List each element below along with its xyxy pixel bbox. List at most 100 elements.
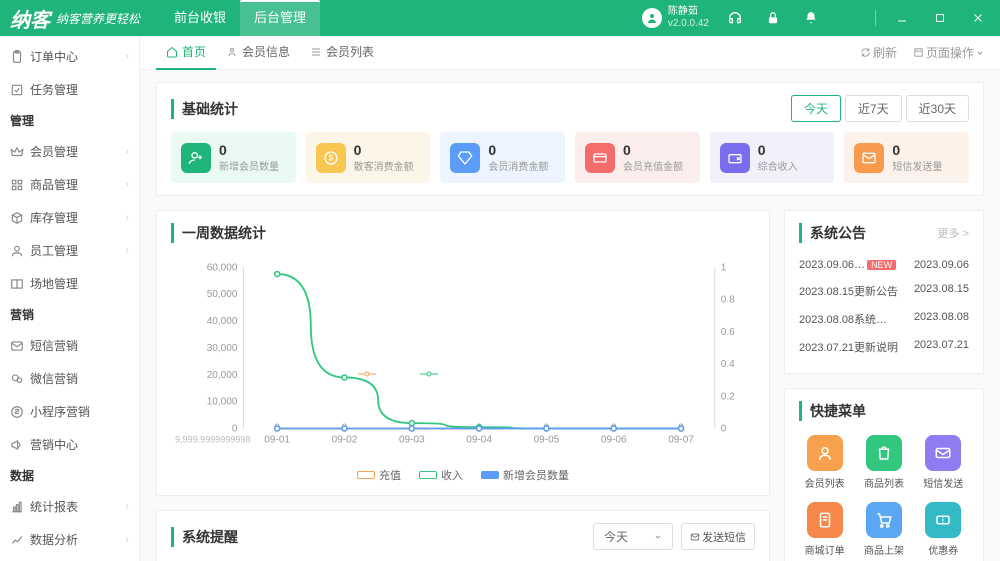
sidebar-group: 系统 [0, 556, 139, 561]
quick-item-label: 优惠券 [928, 542, 958, 557]
sidebar-item[interactable]: 小程序营销 [0, 395, 139, 428]
announcement-item[interactable]: 2023.07.21更新说明2023.07.21 [799, 333, 969, 361]
announcement-item[interactable]: 2023.09.06…NEW2023.09.06 [799, 253, 969, 277]
announcement-item-title: 2023.08.08系统… [799, 311, 887, 327]
send-sms-button[interactable]: 发送短信 [681, 523, 755, 550]
user-name: 陈静茹 [668, 6, 709, 18]
sidebar-item[interactable]: 微信营销 [0, 362, 139, 395]
quick-item[interactable]: 短信发送 [918, 435, 969, 490]
svg-text:0.8: 0.8 [721, 295, 735, 306]
tab-member-list[interactable]: 会员列表 [300, 36, 384, 70]
stat-value: 0 [892, 142, 942, 158]
sidebar-item-label: 库存管理 [30, 209, 78, 226]
stat-value: 0 [623, 142, 683, 158]
stat-label: 综合收入 [758, 158, 798, 173]
minimize-icon[interactable] [890, 6, 914, 30]
sidebar-item-label: 小程序营销 [30, 403, 90, 420]
svg-text:0.2: 0.2 [721, 391, 735, 402]
chevron-down-icon [654, 533, 662, 541]
sidebar-item[interactable]: 员工管理› [0, 234, 139, 267]
svg-text:30,000: 30,000 [207, 343, 238, 354]
svg-text:10,000: 10,000 [207, 397, 238, 408]
sidebar-item[interactable]: 统计报表› [0, 490, 139, 523]
sidebar-item[interactable]: 订单中心› [0, 40, 139, 73]
topnav-front[interactable]: 前台收银 [160, 0, 240, 36]
chevron-right-icon: › [126, 212, 129, 223]
refresh-button[interactable]: 刷新 [860, 44, 897, 61]
refresh-icon [860, 47, 871, 58]
analytics-icon [10, 533, 24, 547]
sidebar-item-label: 微信营销 [30, 370, 78, 387]
sidebar-item[interactable]: 任务管理 [0, 73, 139, 106]
range-30d[interactable]: 近30天 [906, 95, 969, 122]
close-icon[interactable] [966, 6, 990, 30]
chart-icon [10, 500, 24, 514]
sidebar-item-label: 短信营销 [30, 337, 78, 354]
svg-text:09-05: 09-05 [534, 435, 560, 446]
svg-text:09-01: 09-01 [264, 435, 290, 446]
quick-item-label: 商品上架 [864, 542, 904, 557]
stat-label: 短信发送量 [892, 158, 942, 173]
quick-item[interactable]: 会员列表 [799, 435, 850, 490]
chevron-right-icon: › [126, 51, 129, 62]
svg-text:1: 1 [721, 262, 727, 273]
maximize-icon[interactable] [928, 6, 952, 30]
quick-item[interactable]: 商品列表 [858, 435, 909, 490]
tab-member[interactable]: 会员信息 [216, 36, 300, 70]
chevron-right-icon: › [126, 146, 129, 157]
bell-icon[interactable] [799, 6, 823, 30]
sys-notice-range-select[interactable]: 今天 [593, 523, 673, 550]
svg-text:09-02: 09-02 [332, 435, 358, 446]
tab-home[interactable]: 首页 [156, 36, 216, 70]
quick-item-label: 短信发送 [923, 475, 963, 490]
quick-item[interactable]: 商城订单 [799, 502, 850, 557]
chevron-down-icon [976, 49, 984, 57]
sidebar-item-label: 会员管理 [30, 143, 78, 160]
field-icon [10, 277, 24, 291]
headset-icon[interactable] [723, 6, 747, 30]
stat-cards: 0新增会员数量$0散客消费金额0会员消费金额0会员充值金额0综合收入0短信发送量 [171, 132, 969, 183]
megaphone-icon [10, 438, 24, 452]
sidebar-group: 数据 [0, 461, 139, 490]
logo: 纳客 纳客营养更轻松 [10, 4, 140, 33]
sidebar-item[interactable]: 场地管理 [0, 267, 139, 300]
sidebar-group: 管理 [0, 106, 139, 135]
stat-card: 0新增会员数量 [171, 132, 296, 183]
main-scroll[interactable]: 基础统计 今天 近7天 近30天 0新增会员数量$0散客消费金额0会员消费金额0… [140, 70, 1000, 561]
svg-text:50,000: 50,000 [207, 289, 238, 300]
announcement-more[interactable]: 更多 > [938, 225, 969, 241]
sidebar-item-label: 统计报表 [30, 498, 78, 515]
quick-item[interactable]: 商品上架 [858, 502, 909, 557]
announcement-item[interactable]: 2023.08.08系统…2023.08.08 [799, 305, 969, 333]
tabbar: 首页 会员信息 会员列表 刷新 页面操作 [140, 36, 1000, 70]
range-today[interactable]: 今天 [791, 95, 841, 122]
sidebar-item[interactable]: 营销中心 [0, 428, 139, 461]
sidebar-item-label: 营销中心 [30, 436, 78, 453]
usercard-icon [226, 46, 238, 58]
user-block[interactable]: 陈静茹 v2.0.0.42 [642, 6, 709, 30]
sidebar-item[interactable]: 商品管理› [0, 168, 139, 201]
quick-item[interactable]: 优惠券 [918, 502, 969, 557]
svg-text:0: 0 [232, 424, 238, 435]
download-icon[interactable] [837, 6, 861, 30]
sidebar-item[interactable]: 数据分析› [0, 523, 139, 556]
new-badge: NEW [867, 260, 896, 270]
chevron-right-icon: › [126, 179, 129, 190]
page-ops-button[interactable]: 页面操作 [913, 44, 984, 61]
chevron-right-icon: › [126, 534, 129, 545]
user-version: v2.0.0.42 [668, 18, 709, 30]
announcement-item[interactable]: 2023.08.15更新公告2023.08.15 [799, 277, 969, 305]
panel-basic-stats: 基础统计 今天 近7天 近30天 0新增会员数量$0散客消费金额0会员消费金额0… [156, 82, 984, 196]
panel-week-stats: 一周数据统计 010,00020,00030,00040,00050,00060… [156, 210, 770, 496]
announcement-date: 2023.09.06 [914, 259, 969, 271]
range-7d[interactable]: 近7天 [845, 95, 902, 122]
mini-icon [10, 405, 24, 419]
sidebar-item[interactable]: 库存管理 › [0, 201, 139, 234]
sidebar-item[interactable]: 会员管理 › [0, 135, 139, 168]
lock-icon[interactable] [761, 6, 785, 30]
box-icon [10, 211, 24, 225]
stat-card: 0会员消费金额 [440, 132, 565, 183]
sidebar-item[interactable]: 短信营销 [0, 329, 139, 362]
grid-icon [10, 178, 24, 192]
topnav-back[interactable]: 后台管理 [240, 0, 320, 36]
